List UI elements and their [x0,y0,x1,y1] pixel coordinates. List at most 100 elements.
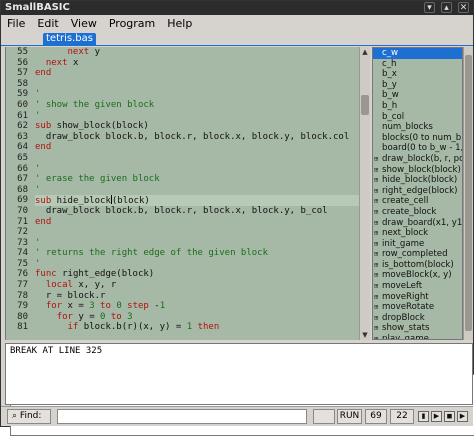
symbol-item[interactable]: b_x [373,69,462,80]
close-icon[interactable]: ✕ [458,2,469,13]
symbol-item[interactable]: ⊞ draw_board(x1, y1) [373,218,462,229]
symbol-item[interactable]: ⊞ next_block [373,228,462,239]
symbol-item[interactable]: b_col [373,112,462,123]
run-icon[interactable]: ▶ [431,411,442,422]
expand-icon[interactable]: ⊞ [374,208,381,216]
code-line[interactable]: for y = 0 to 3 [35,312,359,323]
code-line[interactable]: ' [35,111,359,122]
symbol-item[interactable]: ⊞ create_cell [373,196,462,207]
find-input[interactable] [57,409,307,424]
code-line[interactable]: local x, y, r [35,280,359,291]
symbol-tree-scrollbar[interactable] [463,47,473,340]
code-line[interactable]: end [35,68,359,79]
symbol-tree-scroll-thumb[interactable] [465,55,472,331]
symbol-item[interactable]: ⊞ moveRotate [373,302,462,313]
code-line[interactable]: next y [35,47,359,58]
code-line[interactable]: ' [35,238,359,249]
menu-edit[interactable]: Edit [31,15,64,32]
expand-icon[interactable]: ⊞ [374,303,381,311]
code-area[interactable]: next y next x end ' ' show the given block '… [35,47,359,340]
line-number: 67 [17,174,28,185]
editor-scroll-thumb[interactable] [361,95,369,115]
code-line[interactable]: sub show_block(block) [35,121,359,132]
symbol-item[interactable]: num_blocks [373,122,462,133]
symbol-item[interactable]: blocks(0 to num_blocks [373,133,462,144]
expand-icon[interactable]: ⊞ [374,187,381,195]
scroll-up-icon[interactable]: ▲ [361,48,369,56]
menu-program[interactable]: Program [103,15,161,32]
expand-icon[interactable]: ⊞ [374,155,381,163]
code-line[interactable]: if block.b(r)(x, y) = 1 then [35,322,359,333]
symbol-item[interactable]: b_w [373,90,462,101]
find-button[interactable]: ⌕ Find: [7,409,51,424]
symbol-tree[interactable]: c_w c_h b_x b_y b_w b_h b_col num_blocks blocks(… [372,47,463,340]
code-line[interactable]: end [35,217,359,228]
symbol-item[interactable]: ⊞ show_block(block) [373,165,462,176]
code-line[interactable]: ' [35,185,359,196]
code-line[interactable]: ' [35,259,359,270]
symbol-item[interactable]: ⊞ moveBlock(x, y) [373,270,462,281]
scroll-down-icon[interactable]: ▼ [361,331,369,339]
symbol-item[interactable]: b_y [373,80,462,91]
symbol-item[interactable]: ⊞ moveRight [373,292,462,303]
code-line[interactable]: next x [35,58,359,69]
code-line[interactable] [35,79,359,90]
output-console[interactable]: BREAK AT LINE 325 [5,343,473,405]
stop-icon[interactable]: ▮ [418,411,429,422]
code-line[interactable]: ' show the given block [35,100,359,111]
expand-icon[interactable]: ⊞ [374,293,381,301]
code-line[interactable]: ' returns the right edge of the given bl… [35,248,359,259]
symbol-item[interactable]: ⊞ play_game [373,334,462,339]
expand-icon[interactable]: ⊞ [374,166,381,174]
symbol-item[interactable]: ⊞ show_stats [373,323,462,334]
editor-scrollbar[interactable]: ▲ ▼ [359,47,370,340]
symbol-item[interactable]: c_w [373,48,462,59]
symbol-item[interactable]: ⊞ row_completed [373,249,462,260]
expand-icon[interactable]: ⊞ [374,282,381,290]
tab-tetris[interactable]: tetris.bas [43,33,96,46]
maximize-icon[interactable]: ▴ [441,2,452,13]
expand-icon[interactable]: ⊞ [374,314,381,322]
code-line[interactable] [35,153,359,164]
symbol-item[interactable]: ⊞ hide_block(block) [373,175,462,186]
expand-icon[interactable]: ⊞ [374,261,381,269]
symbol-item[interactable]: ⊞ draw_block(b, r, pos [373,154,462,165]
symbol-item[interactable]: c_h [373,59,462,70]
expand-icon[interactable]: ⊞ [374,197,381,205]
code-token: ' [35,110,41,121]
expand-icon[interactable]: ⊞ [374,229,381,237]
code-line[interactable]: end [35,142,359,153]
code-line[interactable]: ' [35,164,359,175]
symbol-item[interactable]: b_h [373,101,462,112]
menu-help[interactable]: Help [161,15,198,32]
symbol-item[interactable]: ⊞ dropBlock [373,313,462,324]
code-line[interactable]: draw_block block.b, block.r, block.x, bl… [35,132,359,143]
code-editor[interactable]: 55 56 57 58 59 60 61 62 63 64 65 66 67 68 69 70 71 72 73 74… [5,47,359,340]
minimize-icon[interactable]: ▾ [424,2,435,13]
expand-icon[interactable]: ⊞ [374,250,381,258]
symbol-item[interactable]: ⊞ moveLeft [373,281,462,292]
code-line[interactable]: ' erase the given block [35,174,359,185]
step-icon[interactable]: ▶ [457,411,468,422]
symbol-item[interactable]: ⊞ init_game [373,239,462,250]
expand-icon[interactable]: ⊞ [374,240,381,248]
symbol-item[interactable]: ⊞ right_edge(block) [373,186,462,197]
code-line[interactable] [35,227,359,238]
expand-icon[interactable]: ⊞ [374,219,381,227]
menu-view[interactable]: View [65,15,103,32]
expand-icon[interactable]: ⊞ [374,271,381,279]
symbol-item[interactable]: ⊞ create_block [373,207,462,218]
expand-icon[interactable]: ⊞ [374,335,381,339]
code-line[interactable]: r = block.r [35,291,359,302]
symbol-item[interactable]: ⊞ is_bottom(block) [373,260,462,271]
expand-icon[interactable]: ⊞ [374,176,381,184]
expand-icon[interactable]: ⊞ [374,324,381,332]
break-icon[interactable]: ◼ [444,411,455,422]
code-line[interactable]: sub hide_block(block) [35,195,359,206]
code-line[interactable]: draw_block block.b, block.r, block.x, bl… [35,206,359,217]
code-line[interactable]: for x = 3 to 0 step -1 [35,301,359,312]
symbol-item[interactable]: board(0 to b_w - 1, [373,143,462,154]
menu-file[interactable]: File [1,15,31,32]
code-line[interactable]: ' [35,89,359,100]
code-line[interactable]: func right_edge(block) [35,269,359,280]
